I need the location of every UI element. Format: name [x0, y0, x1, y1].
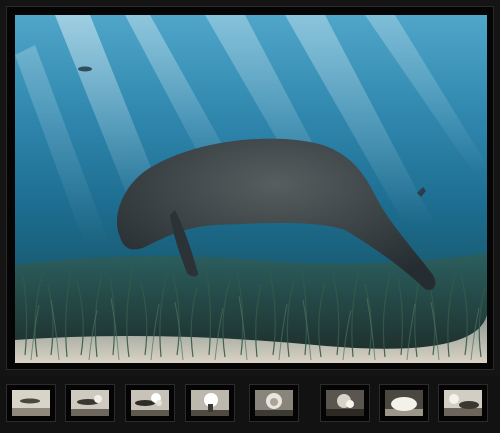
- thumbnail-strip: [0, 376, 500, 433]
- thumbnail-6[interactable]: [320, 384, 370, 422]
- thumbnail-6-image: [326, 390, 364, 416]
- thumbnail-1[interactable]: [6, 384, 56, 422]
- thumbnail-5[interactable]: [249, 384, 299, 422]
- thumbnail-2-image: [71, 390, 109, 416]
- thumbnail-3-image: [131, 390, 169, 416]
- thumbnail-4[interactable]: [185, 384, 235, 422]
- thumbnail-5-image: [255, 390, 293, 416]
- main-photo[interactable]: [15, 15, 487, 363]
- photo-viewer: [0, 0, 500, 433]
- main-image-frame: [6, 6, 494, 370]
- manatee-scene-image: [15, 15, 487, 363]
- thumbnail-7[interactable]: [379, 384, 429, 422]
- thumbnail-8-image: [444, 390, 482, 416]
- thumbnail-2[interactable]: [65, 384, 115, 422]
- thumbnail-7-image: [385, 390, 423, 416]
- thumbnail-8[interactable]: [438, 384, 488, 422]
- thumbnail-4-image: [191, 390, 229, 416]
- thumbnail-1-image: [12, 390, 50, 416]
- thumbnail-3[interactable]: [125, 384, 175, 422]
